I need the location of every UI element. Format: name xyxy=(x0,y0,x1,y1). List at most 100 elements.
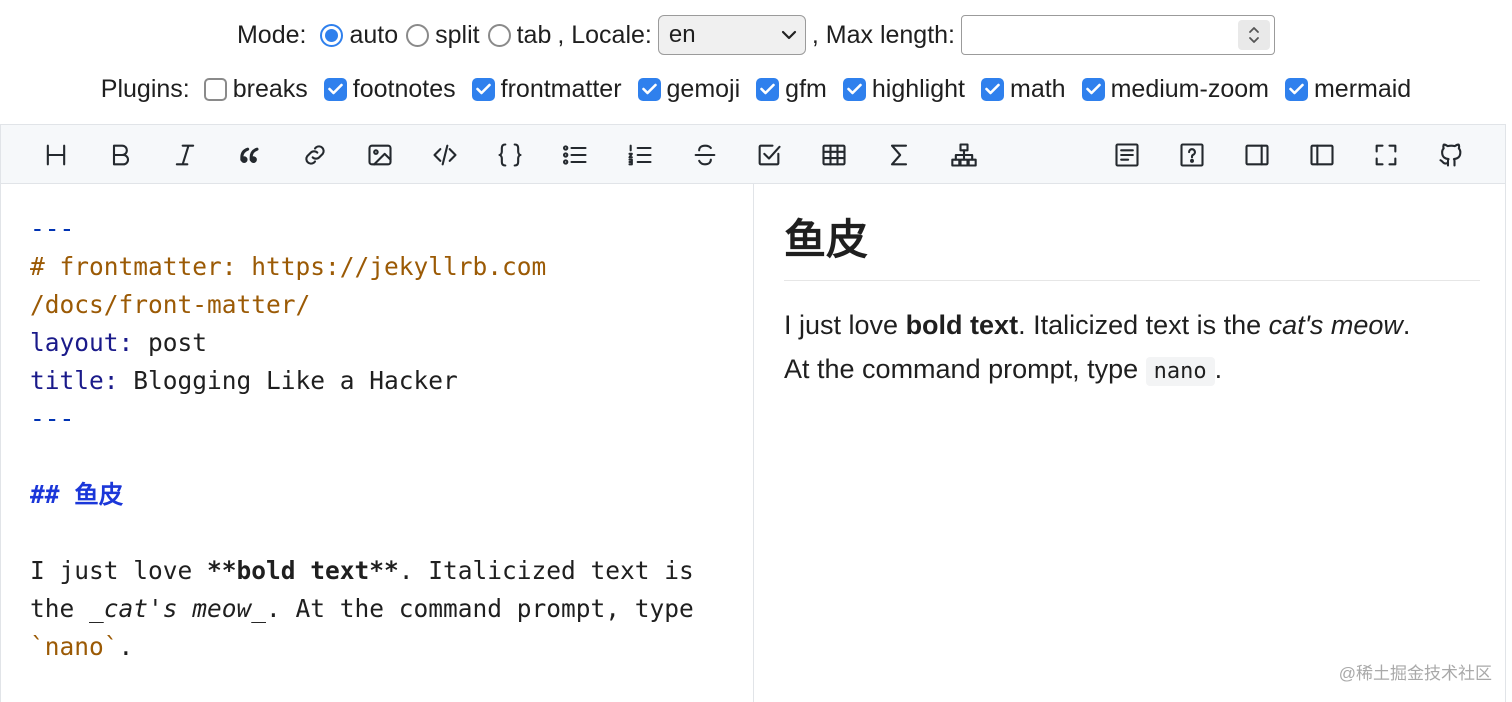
checkbox-breaks[interactable] xyxy=(203,77,227,101)
source-line: the _cat's meow_. At the command prompt,… xyxy=(30,594,694,623)
chevron-down-icon xyxy=(781,30,796,40)
quote-icon xyxy=(240,147,259,164)
link-icon xyxy=(305,145,325,165)
plugin-gfm[interactable]: gfm xyxy=(756,75,827,104)
source-line: `nano`. xyxy=(30,632,134,661)
mode-radio-tab[interactable]: tab xyxy=(487,20,552,50)
heading-button[interactable] xyxy=(37,136,75,174)
plugin-breaks[interactable]: breaks xyxy=(203,74,308,104)
ordered-list-button[interactable] xyxy=(621,136,659,174)
task-list-button[interactable] xyxy=(750,136,788,174)
code-block-button[interactable] xyxy=(491,136,529,174)
checkbox-medium-zoom[interactable] xyxy=(1081,77,1105,101)
mode-radio-split[interactable]: split xyxy=(406,21,480,50)
checkbox-frontmatter[interactable] xyxy=(471,77,495,101)
plugin-medium-zoom[interactable]: medium-zoom xyxy=(1081,74,1269,104)
mode-tab-label: tab xyxy=(516,20,552,49)
plugin-gemoji[interactable]: gemoji xyxy=(637,75,740,104)
max-length-label: , Max length: xyxy=(811,20,956,49)
link-button[interactable] xyxy=(296,136,334,174)
source-line: # frontmatter: https://jekyllrb.com xyxy=(30,252,547,281)
unordered-list-icon xyxy=(562,145,587,165)
plugin-mermaid[interactable]: mermaid xyxy=(1284,75,1411,104)
plugin-gfm-label: gfm xyxy=(785,74,827,103)
toggle-source-button[interactable] xyxy=(1303,136,1341,174)
locale-label: , Locale: xyxy=(557,20,652,49)
plugin-breaks-label: breaks xyxy=(232,74,308,103)
locale-value: en xyxy=(668,21,696,48)
plugin-highlight[interactable]: highlight xyxy=(842,74,965,104)
options-row-plugins: Plugins: breaks footnotes frontmatter ge… xyxy=(0,68,1512,110)
preview-paragraph: I just love bold text. Italicized text i… xyxy=(784,310,1411,386)
locale-select[interactable]: en xyxy=(657,15,806,55)
checkbox-gfm[interactable] xyxy=(756,77,780,101)
checkbox-gemoji[interactable] xyxy=(637,77,661,101)
spinner-arrows-icon xyxy=(1249,27,1259,43)
radio-split[interactable] xyxy=(406,23,430,47)
github-button[interactable] xyxy=(1432,136,1470,174)
source-line: ## 鱼皮 xyxy=(30,480,124,509)
plugins-label: Plugins: xyxy=(100,74,190,103)
fullscreen-icon xyxy=(1375,144,1397,166)
source-line-blank xyxy=(30,438,740,476)
source-line: --- xyxy=(30,404,75,433)
mode-label: Mode: xyxy=(236,20,307,49)
plugin-footnotes[interactable]: footnotes xyxy=(323,74,456,104)
checkbox-mermaid[interactable] xyxy=(1284,77,1308,101)
toggle-preview-button[interactable] xyxy=(1238,136,1276,174)
help-icon xyxy=(1180,143,1204,167)
plugin-highlight-label: highlight xyxy=(871,74,965,103)
bold-icon xyxy=(112,144,129,166)
plugin-footnotes-label: footnotes xyxy=(352,74,456,103)
mode-auto-label: auto xyxy=(349,20,399,49)
math-button[interactable] xyxy=(880,136,918,174)
checkbox-math[interactable] xyxy=(981,77,1004,101)
plugin-medium-zoom-label: medium-zoom xyxy=(1110,74,1269,103)
pane-divider[interactable] xyxy=(753,184,754,702)
number-spinner[interactable] xyxy=(1238,20,1271,50)
checkbox-highlight[interactable] xyxy=(842,77,866,101)
preview-heading: 鱼皮 xyxy=(784,212,1480,281)
help-button[interactable] xyxy=(1173,136,1211,174)
source-line: layout: post xyxy=(30,328,208,357)
plugin-frontmatter-label: frontmatter xyxy=(500,74,622,103)
heading-icon xyxy=(46,144,66,166)
quote-button[interactable] xyxy=(231,136,269,174)
editor-toolbar xyxy=(1,125,1505,184)
preview-pane: 鱼皮 I just love bold text. Italicized tex… xyxy=(784,212,1480,394)
preview-bold: bold text xyxy=(905,310,1019,340)
radio-tab[interactable] xyxy=(487,23,511,47)
max-length-input[interactable] xyxy=(961,15,1276,55)
toggle-preview-icon xyxy=(1245,144,1269,166)
task-list-icon xyxy=(758,144,781,166)
ordered-list-icon xyxy=(628,144,652,166)
strikethrough-icon xyxy=(694,144,716,166)
radio-auto[interactable] xyxy=(320,23,344,47)
bold-button[interactable] xyxy=(102,136,140,174)
image-icon xyxy=(368,144,392,166)
source-editor[interactable]: --- # frontmatter: https://jekyllrb.com/d… xyxy=(30,210,740,666)
plugin-math-label: math xyxy=(1010,74,1066,103)
mermaid-button[interactable] xyxy=(945,136,983,174)
plugin-frontmatter[interactable]: frontmatter xyxy=(471,74,622,104)
unordered-list-button[interactable] xyxy=(556,136,594,174)
image-button[interactable] xyxy=(361,136,399,174)
options-row-mode: Mode: auto split tab , Locale: en , Max … xyxy=(0,12,1512,58)
plugin-math[interactable]: math xyxy=(981,75,1066,104)
checkbox-footnotes[interactable] xyxy=(323,77,347,101)
code-icon xyxy=(433,144,457,166)
source-line: I just love **bold text**. Italicized te… xyxy=(30,556,694,585)
table-button[interactable] xyxy=(815,136,853,174)
strikethrough-button[interactable] xyxy=(686,136,724,174)
fullscreen-button[interactable] xyxy=(1367,136,1405,174)
code-button[interactable] xyxy=(426,136,464,174)
source-line-blank xyxy=(30,514,740,552)
source-line: /docs/front-matter/ xyxy=(30,290,311,319)
source-line: --- xyxy=(30,214,75,243)
watermark: @稀土掘金技术社区 xyxy=(1338,664,1492,683)
italic-button[interactable] xyxy=(166,136,204,174)
math-icon xyxy=(890,144,908,166)
toc-button[interactable] xyxy=(1108,136,1146,174)
preview-inline-code: nano xyxy=(1145,357,1215,386)
mode-radio-auto[interactable]: auto xyxy=(320,21,398,50)
